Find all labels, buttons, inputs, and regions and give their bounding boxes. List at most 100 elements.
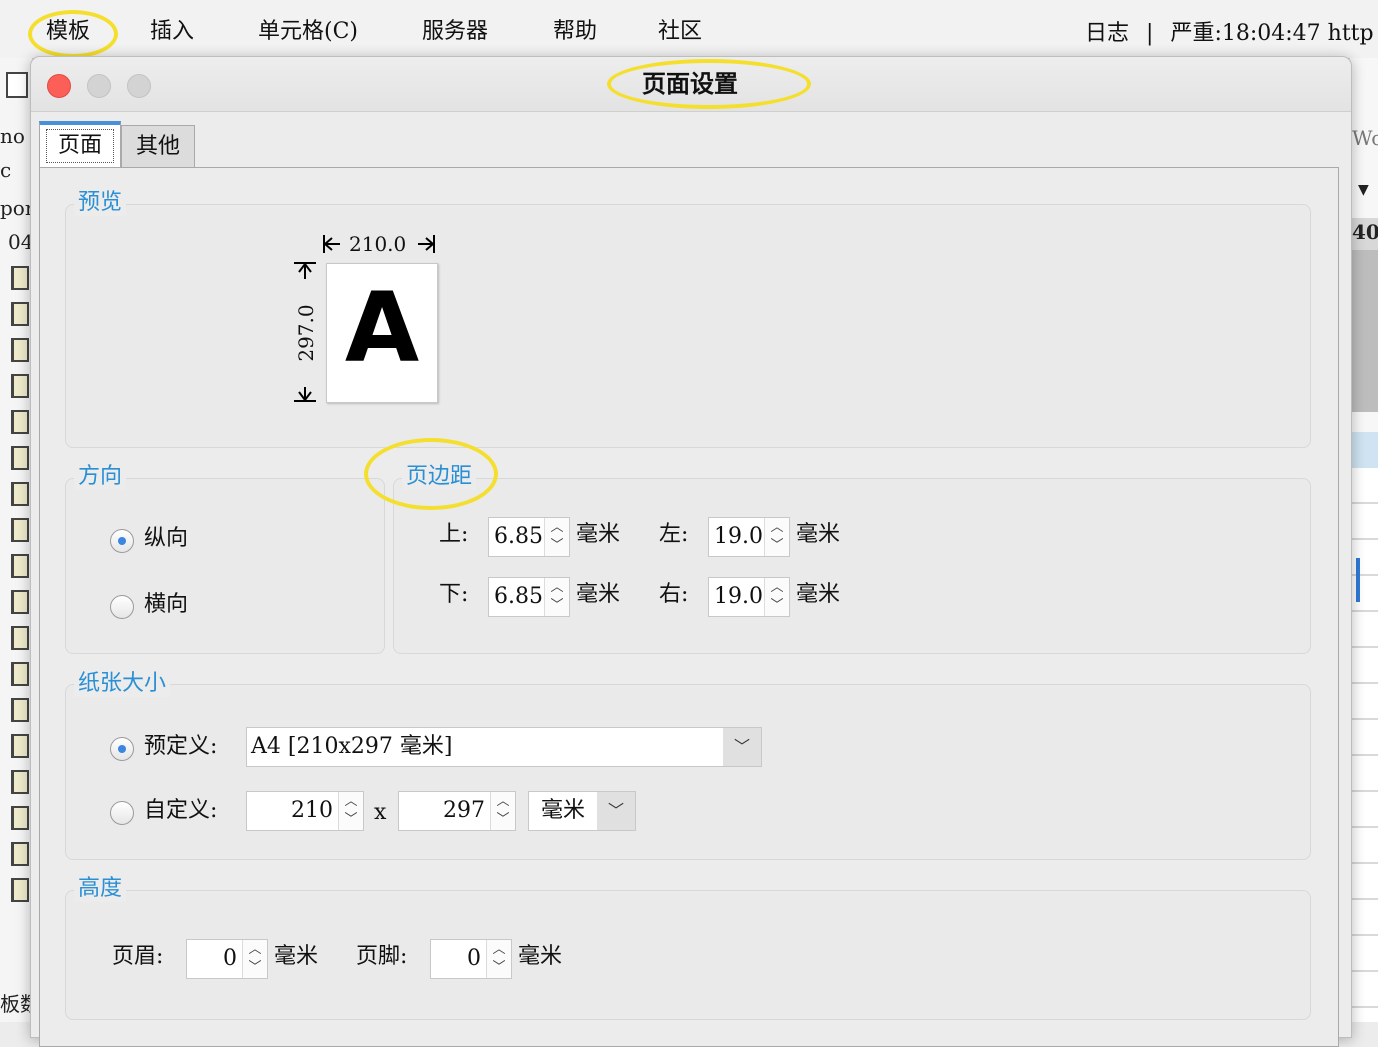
portrait-label[interactable]: 纵向 — [144, 525, 188, 553]
tab-other[interactable]: 其他 — [121, 125, 195, 167]
preview-height-label: 297.0 — [292, 279, 320, 387]
preview-group: 210.0 297.0 A — [65, 204, 1311, 448]
folder-icon — [11, 518, 29, 542]
log-label[interactable]: 日志 — [1085, 21, 1129, 46]
margin-left-unit: 毫米 — [796, 522, 841, 547]
folder-icon — [11, 662, 29, 686]
chevron-down-icon[interactable]: ﹀ — [723, 728, 761, 766]
folder-icon — [11, 590, 29, 614]
folder-icon — [11, 806, 29, 830]
chevron-up-icon[interactable]: ︿ — [491, 941, 507, 959]
chevron-up-icon[interactable]: ︿ — [495, 793, 511, 811]
height-title: 高度 — [74, 876, 127, 902]
margin-top-value: 6.85 — [494, 524, 543, 549]
menu-server[interactable]: 服务器 — [422, 18, 488, 46]
folder-icon — [11, 878, 29, 902]
header-input[interactable]: 0 ︿ ﹀ — [186, 939, 268, 979]
margin-top-stepper[interactable]: ︿ ﹀ — [544, 518, 569, 556]
menu-template[interactable]: 模板 — [46, 18, 90, 46]
margin-bottom-stepper[interactable]: ︿ ﹀ — [544, 578, 569, 616]
bg-text: 04 — [8, 230, 32, 254]
margin-left-value: 19.05 — [714, 524, 764, 549]
bg-text: Wo — [1352, 126, 1378, 150]
folder-icon — [11, 554, 29, 578]
custom-height-input[interactable]: 297 ︿ ﹀ — [398, 791, 516, 831]
margin-right-value: 19.05 — [714, 584, 764, 609]
orientation-group: 纵向 横向 — [65, 478, 385, 654]
page-setup-dialog: 页面设置 页面 其他 210.0 297.0 A 预览 纵向 横向 方向 上: … — [30, 56, 1352, 1047]
custom-width-value: 210 — [291, 798, 333, 823]
margin-bottom-input[interactable]: 6.85 ︿ ﹀ — [488, 577, 570, 617]
predefined-radio[interactable] — [110, 737, 134, 761]
menu-community[interactable]: 社区 — [658, 18, 702, 46]
chevron-down-icon[interactable]: ﹀ — [495, 811, 511, 829]
chevron-down-icon[interactable]: ﹀ — [343, 811, 359, 829]
folder-icon — [11, 482, 29, 506]
footer-stepper[interactable]: ︿ ﹀ — [486, 940, 511, 978]
predefined-select[interactable]: A4 [210x297 毫米] ﹀ — [246, 727, 762, 767]
bg-text: no — [0, 124, 25, 148]
preview-paper: A — [326, 263, 438, 403]
margin-right-label: 右: — [659, 582, 689, 607]
custom-height-stepper[interactable]: ︿ ﹀ — [490, 792, 515, 830]
margin-top-input[interactable]: 6.85 ︿ ﹀ — [488, 517, 570, 557]
margin-left-stepper[interactable]: ︿ ﹀ — [764, 518, 789, 556]
chevron-up-icon[interactable]: ︿ — [343, 793, 359, 811]
chevron-up-icon[interactable]: ︿ — [769, 519, 785, 537]
margin-bottom-unit: 毫米 — [576, 582, 621, 607]
header-stepper[interactable]: ︿ ﹀ — [242, 940, 267, 978]
menu-insert[interactable]: 插入 — [150, 18, 194, 46]
margin-left-label: 左: — [659, 522, 689, 547]
tab-panel: 210.0 297.0 A 预览 纵向 横向 方向 上: 6.85 ︿ ﹀ 毫米 … — [39, 167, 1339, 1047]
landscape-radio[interactable] — [110, 595, 134, 619]
margin-top-unit: 毫米 — [576, 522, 621, 547]
custom-unit-select[interactable]: 毫米 ﹀ — [528, 791, 636, 831]
footer-unit: 毫米 — [518, 944, 563, 969]
preview-title: 预览 — [74, 190, 127, 216]
chevron-down-icon[interactable]: ﹀ — [549, 597, 565, 615]
height-group: 页眉: 0 ︿ ﹀ 毫米 页脚: 0 ︿ ﹀ 毫米 — [65, 890, 1311, 1020]
menu-cell[interactable]: 单元格(C) — [258, 18, 358, 46]
header-label: 页眉: — [112, 944, 164, 969]
custom-width-input[interactable]: 210 ︿ ﹀ — [246, 791, 364, 831]
bg-selection-marker — [1356, 558, 1360, 602]
chevron-up-icon[interactable]: ︿ — [549, 519, 565, 537]
chevron-up-icon[interactable]: ︿ — [247, 941, 263, 959]
orientation-title: 方向 — [74, 464, 127, 490]
predefined-value: A4 [210x297 毫米] — [251, 734, 453, 759]
chevron-up-icon[interactable]: ︿ — [769, 579, 785, 597]
tab-page[interactable]: 页面 — [39, 121, 121, 167]
footer-label: 页脚: — [356, 944, 408, 969]
chevron-down-icon[interactable]: ﹀ — [769, 597, 785, 615]
folder-icon — [11, 374, 29, 398]
margin-right-stepper[interactable]: ︿ ﹀ — [764, 578, 789, 616]
folder-icon — [11, 626, 29, 650]
bg-text: c — [0, 158, 12, 182]
margin-left-input[interactable]: 19.05 ︿﹀ — [708, 517, 790, 557]
custom-radio[interactable] — [110, 801, 134, 825]
margin-right-input[interactable]: 19.05 ︿﹀ — [708, 577, 790, 617]
chevron-down-icon[interactable]: ﹀ — [247, 959, 263, 977]
custom-label[interactable]: 自定义: — [144, 797, 217, 825]
bg-grid — [1350, 468, 1378, 1022]
paper-size-group: 预定义: A4 [210x297 毫米] ﹀ 自定义: 210 ︿ ﹀ x 297… — [65, 684, 1311, 860]
bg-header-cell: 40 — [1350, 218, 1378, 250]
chevron-down-icon[interactable]: ﹀ — [769, 537, 785, 555]
custom-width-stepper[interactable]: ︿ ﹀ — [338, 792, 363, 830]
footer-value: 0 — [467, 946, 481, 971]
background-right-panel: Wo ▼ 40 — [1350, 58, 1378, 1022]
chevron-up-icon[interactable]: ︿ — [549, 579, 565, 597]
chevron-down-icon[interactable]: ﹀ — [491, 959, 507, 977]
landscape-label[interactable]: 横向 — [144, 591, 188, 619]
footer-input[interactable]: 0 ︿ ﹀ — [430, 939, 512, 979]
margins-group: 上: 6.85 ︿﹀ 毫米 左: 19.05 ︿﹀ 毫米 下: 6.85 ︿﹀ … — [393, 478, 1311, 654]
chevron-down-icon[interactable]: ﹀ — [549, 537, 565, 555]
predefined-label[interactable]: 预定义: — [144, 733, 217, 761]
menu-help[interactable]: 帮助 — [553, 18, 597, 46]
preview-width-label: 210.0 — [346, 230, 410, 258]
chevron-down-icon[interactable]: ﹀ — [597, 792, 635, 830]
margins-title: 页边距 — [402, 464, 477, 490]
portrait-radio[interactable] — [110, 529, 134, 553]
paper-size-title: 纸张大小 — [74, 671, 171, 697]
status-text: 严重:18:04:47 http — [1170, 21, 1374, 46]
